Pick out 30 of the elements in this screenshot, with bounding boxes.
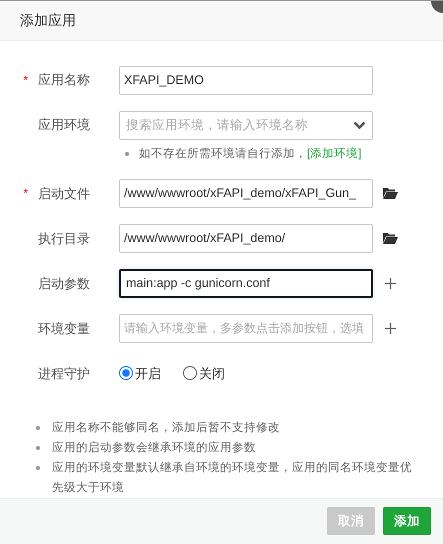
bullet-icon — [36, 426, 40, 430]
field-label: 进程守护 — [38, 364, 91, 383]
input-field[interactable]: 请输入环境变量，多参数点击添加按钮，选填 — [119, 314, 373, 343]
input-field[interactable]: /www/wwwroot/xFAPI_demo/xFAPI_Gun_ — [119, 178, 373, 208]
note-text: 应用名称不能够同名，添加后暂不支持修改 — [52, 420, 280, 436]
dialog-title: 添加应用 — [20, 10, 76, 30]
required-mark: * — [22, 185, 29, 202]
radio-option[interactable]: 开启 — [119, 364, 161, 384]
bullet-icon — [36, 446, 40, 450]
radio-option[interactable]: 关闭 — [183, 364, 225, 384]
folder-icon[interactable] — [382, 232, 398, 244]
input-field[interactable]: XFAPI_DEMO — [119, 66, 373, 95]
bullet-icon — [125, 152, 129, 156]
add-icon[interactable] — [384, 322, 396, 334]
add-icon[interactable] — [384, 278, 396, 289]
field-label: 启动参数 — [38, 274, 91, 293]
note-text: 应用的环境变量默认继承自环境的环境变量，应用的同名环境变量优先级大于环境 — [52, 460, 413, 496]
field-label: 环境变量 — [38, 320, 91, 338]
input-field[interactable]: /www/wwwroot/xFAPI_demo/ — [119, 224, 373, 253]
field-label: 执行目录 — [38, 230, 91, 248]
chevron-down-icon — [353, 120, 366, 130]
field-label: 应用名称 — [38, 71, 91, 90]
field-label: 应用环境 — [38, 116, 91, 134]
required-mark: * — [22, 72, 29, 90]
field-label: 启动文件 — [38, 184, 91, 203]
note-text: 应用的启动参数会继承环境的应用参数 — [52, 440, 256, 456]
input-field[interactable]: main:app -c gunicorn.conf — [119, 268, 373, 298]
folder-icon[interactable] — [382, 187, 398, 200]
hint-text: 如不存在所需环境请自行添加，[添加环境] — [139, 146, 362, 162]
bullet-icon — [36, 466, 40, 470]
